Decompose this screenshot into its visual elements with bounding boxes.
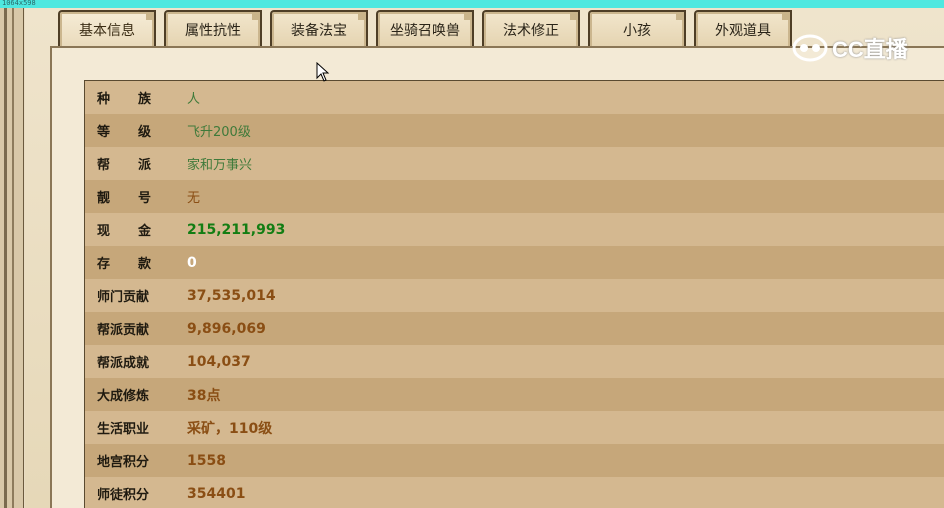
cc-live-watermark: CC直播 — [792, 28, 908, 68]
table-row: 帮派贡献 9,896,069 — [85, 312, 944, 345]
tab-mount-summon[interactable]: 坐骑召唤兽 — [376, 10, 474, 48]
tab-label: 属性抗性 — [185, 23, 241, 39]
table-row: 存款 0 — [85, 246, 944, 279]
row-value: 人 — [187, 92, 201, 107]
tab-label: 基本信息 — [79, 23, 135, 39]
table-row: 帮派成就 104,037 — [85, 345, 944, 378]
info-table: 种族 人 等级 飞升200级 帮派 家和万事兴 靓号 无 现金 215,211,… — [84, 80, 944, 508]
row-value: 采矿，110级 — [187, 420, 273, 437]
row-label: 靓号 — [97, 191, 180, 206]
row-label: 现金 — [97, 224, 180, 239]
row-label: 帮派 — [97, 158, 180, 173]
tab-label: 小孩 — [623, 23, 651, 39]
top-strip: 1064x598 — [0, 0, 944, 8]
tab-corner-decoration — [570, 10, 580, 20]
table-row: 靓号 无 — [85, 180, 944, 213]
cc-logo-icon — [792, 34, 828, 62]
tab-label: 外观道具 — [715, 23, 771, 39]
row-label: 地宫积分 — [97, 455, 150, 470]
tab-spell-correction[interactable]: 法术修正 — [482, 10, 580, 48]
table-row: 生活职业 采矿，110级 — [85, 411, 944, 444]
watermark-text: CC直播 — [832, 37, 908, 62]
row-value: 354401 — [187, 485, 246, 502]
row-value: 9,896,069 — [187, 320, 266, 337]
row-value: 飞升200级 — [187, 125, 251, 140]
row-label: 帮派贡献 — [97, 323, 150, 338]
row-label: 等级 — [97, 125, 180, 140]
table-row: 地宫积分 1558 — [85, 444, 944, 477]
row-value: 家和万事兴 — [187, 158, 253, 173]
row-value: 215,211,993 — [187, 221, 286, 238]
tab-appearance-items[interactable]: 外观道具 — [694, 10, 792, 48]
row-label: 生活职业 — [97, 422, 150, 437]
row-value: 37,535,014 — [187, 287, 276, 304]
tab-equipment[interactable]: 装备法宝 — [270, 10, 368, 48]
row-label: 大成修炼 — [97, 389, 150, 404]
row-value: 无 — [187, 191, 201, 206]
row-label: 师徒积分 — [97, 488, 150, 503]
tab-corner-decoration — [676, 10, 686, 20]
tab-label: 装备法宝 — [291, 23, 347, 39]
row-value: 0 — [187, 254, 197, 271]
table-row: 种族 人 — [85, 81, 944, 114]
mouse-cursor-icon — [316, 62, 330, 82]
tab-corner-decoration — [146, 10, 156, 20]
tab-corner-decoration — [782, 10, 792, 20]
tab-child[interactable]: 小孩 — [588, 10, 686, 48]
tab-corner-decoration — [464, 10, 474, 20]
tab-bar: 基本信息 属性抗性 装备法宝 坐骑召唤兽 法术修正 小孩 外观道具 — [58, 10, 792, 48]
row-label: 种族 — [97, 92, 180, 107]
row-value: 38点 — [187, 387, 221, 404]
row-label: 师门贡献 — [97, 290, 150, 305]
tab-basic-info[interactable]: 基本信息 — [58, 10, 156, 48]
row-value: 1558 — [187, 452, 226, 469]
row-value: 104,037 — [187, 353, 251, 370]
left-window-frame — [0, 8, 24, 508]
tab-attribute-resistance[interactable]: 属性抗性 — [164, 10, 262, 48]
tab-label: 坐骑召唤兽 — [390, 23, 460, 39]
table-row: 等级 飞升200级 — [85, 114, 944, 147]
table-row: 师徒积分 354401 — [85, 477, 944, 508]
resolution-label: 1064x598 — [2, 0, 36, 7]
table-row: 师门贡献 37,535,014 — [85, 279, 944, 312]
row-label: 存款 — [97, 257, 180, 272]
table-row: 大成修炼 38点 — [85, 378, 944, 411]
tab-corner-decoration — [358, 10, 368, 20]
row-label: 帮派成就 — [97, 356, 150, 371]
tab-corner-decoration — [252, 10, 262, 20]
table-row: 现金 215,211,993 — [85, 213, 944, 246]
table-row: 帮派 家和万事兴 — [85, 147, 944, 180]
tab-label: 法术修正 — [503, 23, 559, 39]
